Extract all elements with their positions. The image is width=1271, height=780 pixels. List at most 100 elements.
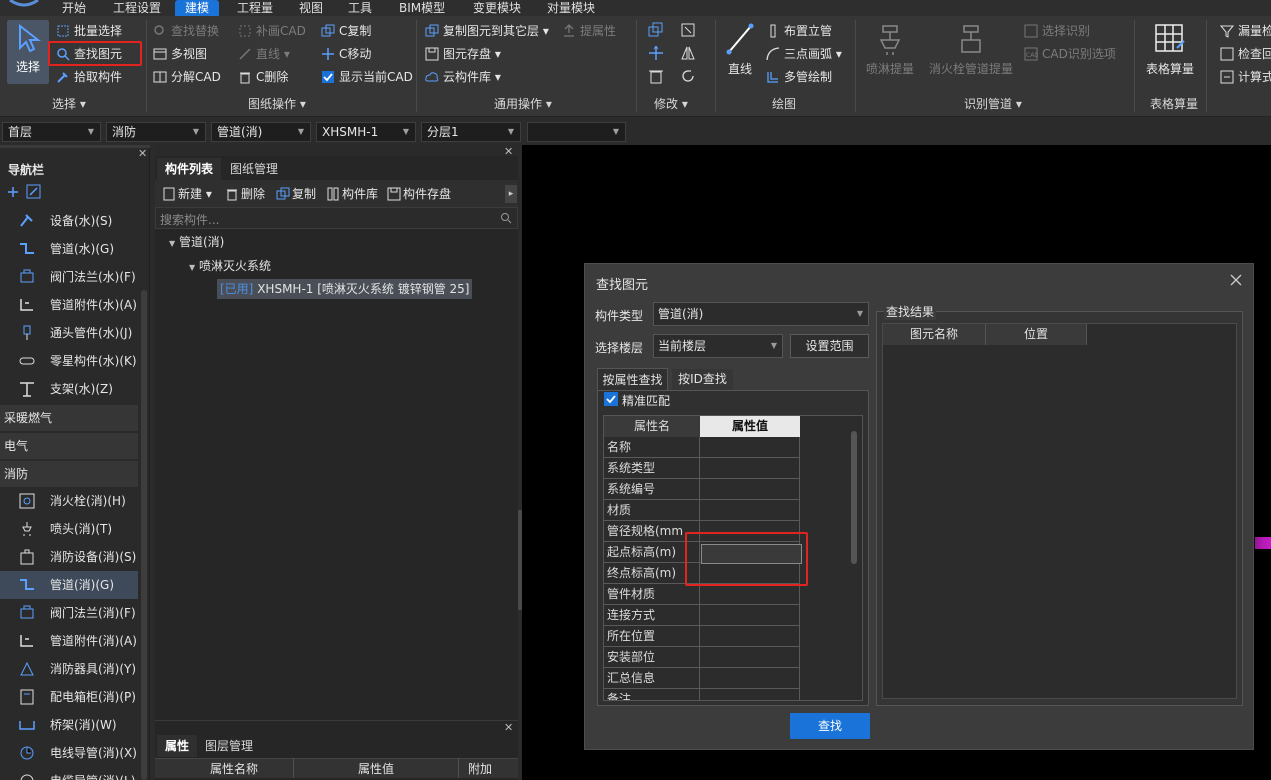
grid-scrollbar[interactable] <box>851 431 857 564</box>
new-component-button[interactable]: 新建 ▾ <box>160 184 212 204</box>
nav-item-fire-10[interactable]: 电缆导管(消)(L) <box>0 767 138 780</box>
close-icon[interactable]: ✕ <box>504 145 513 158</box>
cad-recognize-options-button[interactable]: CAD CAD识别选项 <box>1022 44 1116 64</box>
nav-item-fire-4[interactable]: 阀门法兰(消)(F) <box>0 599 138 627</box>
find-replace-button[interactable]: 查找替换 <box>151 21 219 41</box>
menu-change-module[interactable]: 变更模块 <box>473 0 521 16</box>
menu-view[interactable]: 视图 <box>299 0 323 16</box>
component-search-field[interactable]: 搜索构件... <box>155 207 518 229</box>
find-button[interactable]: 查找 <box>790 713 870 739</box>
nav-scrollbar[interactable] <box>141 290 147 780</box>
nav-item-fire-3[interactable]: 管道(消)(G) <box>0 571 138 599</box>
tab-layer-management[interactable]: 图层管理 <box>197 735 261 757</box>
component-library-button[interactable]: 构件库 <box>324 184 378 204</box>
floor-select[interactable]: 当前楼层 ▼ <box>653 334 783 358</box>
attr-value-cell[interactable] <box>700 689 800 700</box>
batch-select-button[interactable]: 批量选择 <box>54 21 122 41</box>
nav-item-fire-8[interactable]: 桥架(消)(W) <box>0 711 138 739</box>
checkbox-checked-icon[interactable] <box>604 392 618 406</box>
modify-group-label[interactable]: 修改 ▾ <box>654 96 688 112</box>
three-point-arc-button[interactable]: 三点画弧 ▾ <box>764 44 842 64</box>
toolbar-overflow-button[interactable]: ▸ <box>505 185 517 203</box>
recognize-group-label[interactable]: 识别管道 ▾ <box>964 96 1022 112</box>
tab-find-by-id[interactable]: 按ID查找 <box>672 369 733 390</box>
attr-value-cell[interactable] <box>700 626 800 647</box>
pick-component-button[interactable]: 拾取构件 <box>54 67 122 87</box>
sublayer-combo[interactable]: 分层1 ▼ <box>421 122 521 142</box>
nav-item-fire-7[interactable]: 配电箱柜(消)(P) <box>0 683 138 711</box>
multi-pipe-button[interactable]: 多管绘制 <box>764 67 832 87</box>
nav-item-fire-0[interactable]: 消火栓(消)(H) <box>0 487 138 515</box>
menu-tools[interactable]: 工具 <box>348 0 372 16</box>
nav-item-fire-5[interactable]: 管道附件(消)(A) <box>0 627 138 655</box>
nav-item-water-5[interactable]: 零星构件(水)(K) <box>0 347 138 375</box>
c-delete-button[interactable]: C删除 <box>236 67 288 87</box>
modify-copy-icon[interactable] <box>648 22 664 38</box>
menu-modeling[interactable]: 建模 <box>175 0 220 16</box>
set-range-button[interactable]: 设置范围 <box>790 334 869 358</box>
line-big-button[interactable]: 直线 <box>722 22 758 77</box>
tree-node-system[interactable]: ▼ 喷淋灭火系统 <box>189 257 271 274</box>
nav-category-fire[interactable]: 消防 <box>0 461 138 487</box>
tree-node-root[interactable]: ▼ 管道(消) <box>169 233 224 250</box>
modify-delete-icon[interactable] <box>648 68 664 84</box>
add-icon[interactable] <box>6 185 20 199</box>
tab-component-list[interactable]: 构件列表 <box>157 158 222 180</box>
element-save-button[interactable]: 图元存盘 ▾ <box>423 44 501 64</box>
pipe-segment[interactable] <box>1255 537 1271 549</box>
nav-item-fire-1[interactable]: 喷头(消)(T) <box>0 515 138 543</box>
nav-item-water-1[interactable]: 管道(水)(G) <box>0 235 138 263</box>
delete-component-button[interactable]: 删除 <box>223 184 265 204</box>
missing-check-button[interactable]: 漏量检 <box>1218 21 1271 41</box>
general-ops-group-label[interactable]: 通用操作 ▾ <box>494 96 552 112</box>
menu-start[interactable]: 开始 <box>62 0 86 16</box>
nav-item-water-3[interactable]: 管道附件(水)(A) <box>0 291 138 319</box>
table-qty-button[interactable]: 表格算量 <box>1142 22 1198 77</box>
close-icon[interactable] <box>1229 273 1243 287</box>
edit-icon[interactable] <box>26 184 42 200</box>
copy-component-button[interactable]: 复制 <box>274 184 316 204</box>
modify-rotate-icon[interactable] <box>680 68 696 84</box>
modify-move-icon[interactable] <box>648 45 664 61</box>
select-recognize-button[interactable]: 选择识别 <box>1022 21 1090 41</box>
extract-attr-button[interactable]: 提属性 <box>560 21 616 41</box>
attr-value-cell[interactable] <box>700 458 800 479</box>
tab-drawing-management[interactable]: 图纸管理 <box>222 158 286 180</box>
menu-quantity[interactable]: 工程量 <box>237 0 273 16</box>
specialty-combo[interactable]: 消防 ▼ <box>106 122 206 142</box>
sprinkler-extract-button[interactable]: 喷淋提量 <box>864 22 916 77</box>
patch-cad-button[interactable]: 补画CAD <box>236 21 306 41</box>
component-combo[interactable]: XHSMH-1 ▼ <box>316 122 416 142</box>
attr-value-cell[interactable] <box>700 500 800 521</box>
extra-combo[interactable]: ▼ <box>527 122 626 142</box>
attr-value-cell[interactable] <box>700 584 800 605</box>
c-move-button[interactable]: C移动 <box>319 44 371 64</box>
nav-item-fire-2[interactable]: 消防设备(消)(S) <box>0 543 138 571</box>
tab-properties[interactable]: 属性 <box>157 735 198 757</box>
close-icon[interactable]: ✕ <box>138 147 147 160</box>
tree-node-component[interactable]: [已用] XHSMH-1 [喷淋灭火系统 镀锌钢管 25] <box>217 279 473 299</box>
tab-find-by-attr[interactable]: 按属性查找 <box>597 368 668 390</box>
place-riser-button[interactable]: 布置立管 <box>764 21 832 41</box>
hydrant-pipe-extract-button[interactable]: 消火栓管道提量 <box>928 22 1014 77</box>
attr-value-cell[interactable] <box>700 605 800 626</box>
attr-value-cell[interactable] <box>700 647 800 668</box>
select-big-button[interactable]: 选择 <box>7 20 49 84</box>
nav-item-water-4[interactable]: 通头管件(水)(J) <box>0 319 138 347</box>
check-loop-button[interactable]: 检查回 <box>1218 44 1271 64</box>
modify-mirror-icon[interactable] <box>680 45 696 61</box>
close-icon[interactable]: ✕ <box>504 721 513 734</box>
drawing-ops-group-label[interactable]: 图纸操作 ▾ <box>248 96 306 112</box>
nav-category-heating[interactable]: 采暖燃气 <box>0 405 138 431</box>
modify-rotate-layer-icon[interactable] <box>680 22 696 38</box>
c-copy-button[interactable]: C复制 <box>319 21 371 41</box>
nav-category-electrical[interactable]: 电气 <box>0 433 138 459</box>
nav-item-fire-6[interactable]: 消防器具(消)(Y) <box>0 655 138 683</box>
search-icon[interactable] <box>500 212 512 224</box>
nav-item-water-0[interactable]: 设备(水)(S) <box>0 207 138 235</box>
component-save-button[interactable]: 构件存盘 <box>385 184 451 204</box>
formula-button[interactable]: 计算式 <box>1218 67 1271 87</box>
multi-view-button[interactable]: 多视图 <box>151 44 207 64</box>
attr-value-cell[interactable] <box>700 479 800 500</box>
menu-check-module[interactable]: 对量模块 <box>547 0 595 16</box>
